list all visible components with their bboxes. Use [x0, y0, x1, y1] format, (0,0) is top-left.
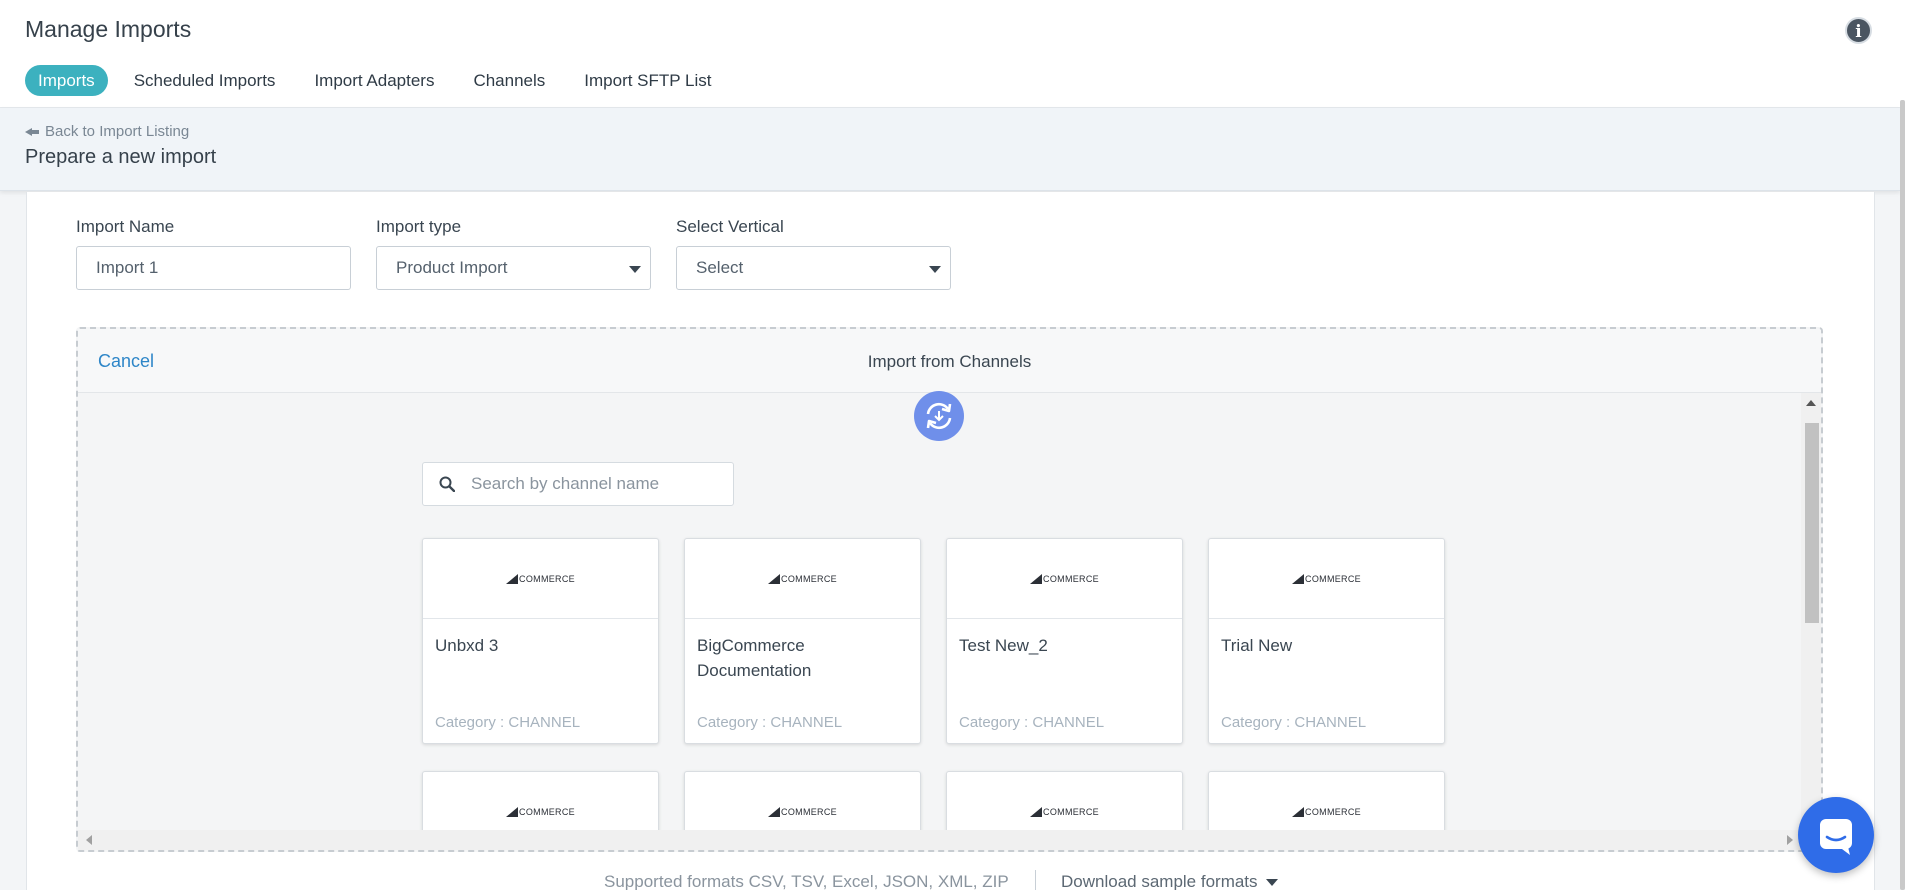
sync-button[interactable] [914, 391, 964, 441]
scroll-left-icon[interactable] [86, 835, 92, 845]
bigcommerce-logo: COMMERCE [1292, 807, 1361, 817]
caret-down-icon [1265, 878, 1278, 886]
channel-search-input[interactable] [471, 463, 721, 505]
channel-search-box [422, 462, 734, 506]
footer-row: Supported formats CSV, TSV, Excel, JSON,… [0, 870, 1905, 890]
scroll-right-icon[interactable] [1787, 835, 1793, 845]
channel-name: Unbxd 3 [435, 636, 499, 655]
scroll-up-icon[interactable] [1806, 400, 1816, 406]
channel-name: Trial New [1221, 636, 1293, 655]
import-type-label: Import type [376, 217, 462, 236]
panel-horizontal-scrollbar[interactable] [78, 830, 1821, 850]
channel-name: BigCommerce Documentation [697, 636, 812, 680]
channel-tile[interactable]: COMMERCE Test New_2 Category : CHANNEL [946, 538, 1183, 744]
tile-logo: COMMERCE [947, 539, 1182, 619]
bigcommerce-logo: COMMERCE [506, 807, 575, 817]
tab-imports[interactable]: Imports [25, 65, 108, 96]
page-scrollbar[interactable] [1900, 100, 1905, 890]
chat-icon [1820, 819, 1852, 855]
import-type-value: Product Import [396, 258, 508, 277]
search-icon [439, 476, 455, 492]
tile-logo: COMMERCE [1209, 539, 1444, 619]
back-link-label: Back to Import Listing [45, 123, 190, 140]
bigcommerce-logo-text: COMMERCE [781, 807, 837, 817]
back-to-import-listing-link[interactable]: Back to Import Listing [25, 123, 189, 140]
tab-scheduled-imports[interactable]: Scheduled Imports [121, 65, 289, 96]
download-label: Download sample formats [1061, 872, 1258, 890]
bigcommerce-logo: COMMERCE [768, 807, 837, 817]
bigcommerce-logo: COMMERCE [1030, 807, 1099, 817]
tab-import-adapters[interactable]: Import Adapters [301, 65, 447, 96]
bigcommerce-logo-text: COMMERCE [781, 573, 837, 584]
channel-tile[interactable]: COMMERCE Trial New Category : CHANNEL [1208, 538, 1445, 744]
tile-logo: COMMERCE [685, 539, 920, 619]
select-vertical-select[interactable]: Select [676, 246, 951, 290]
caret-down-icon [629, 266, 641, 273]
arrow-left-icon [25, 125, 39, 139]
page-header: Manage Imports i Imports Scheduled Impor… [0, 0, 1905, 108]
panel-title: Import from Channels [867, 352, 1032, 371]
import-name-label: Import Name [76, 217, 175, 236]
supported-formats-text: Supported formats CSV, TSV, Excel, JSON,… [604, 872, 1009, 890]
bigcommerce-logo: COMMERCE [1030, 573, 1099, 584]
chat-launcher-button[interactable] [1798, 797, 1874, 873]
sync-icon [926, 402, 952, 430]
tile-logo: COMMERCE [423, 539, 658, 619]
bigcommerce-logo: COMMERCE [1292, 573, 1361, 584]
import-type-select[interactable]: Product Import [376, 246, 651, 290]
import-from-channels-panel: Cancel Import from Channels COMMERCE Unb… [76, 327, 1823, 852]
tab-bar: Imports Scheduled Imports Import Adapter… [25, 65, 738, 96]
import-name-value: Import 1 [96, 258, 159, 277]
panel-vertical-scrollbar[interactable] [1801, 393, 1821, 820]
subheader: Back to Import Listing Prepare a new imp… [0, 108, 1900, 191]
select-vertical-value: Select [696, 258, 744, 277]
bigcommerce-logo-text: COMMERCE [1043, 573, 1099, 584]
footer-divider [1035, 870, 1036, 890]
tab-import-sftp-list[interactable]: Import SFTP List [571, 65, 724, 96]
channel-category: Category : CHANNEL [959, 714, 1105, 731]
channel-category: Category : CHANNEL [1221, 714, 1367, 731]
channel-category: Category : CHANNEL [697, 714, 843, 731]
channel-name: Test New_2 [959, 636, 1048, 655]
download-sample-formats-button[interactable]: Download sample formats [1061, 872, 1278, 890]
bigcommerce-logo-text: COMMERCE [1305, 573, 1361, 584]
select-vertical-label: Select Vertical [676, 217, 784, 236]
channel-tile[interactable]: COMMERCE Unbxd 3 Category : CHANNEL [422, 538, 659, 744]
bigcommerce-logo-text: COMMERCE [519, 573, 575, 584]
tab-channels[interactable]: Channels [460, 65, 558, 96]
import-name-input[interactable]: Import 1 [76, 246, 351, 290]
scrollbar-thumb[interactable] [1805, 423, 1819, 623]
page-title: Manage Imports [25, 16, 192, 42]
panel-header: Cancel Import from Channels [78, 329, 1821, 393]
channel-tile[interactable]: COMMERCE BigCommerce Documentation Categ… [684, 538, 921, 744]
bigcommerce-logo: COMMERCE [768, 573, 837, 584]
bigcommerce-logo-text: COMMERCE [1305, 807, 1361, 817]
info-icon[interactable]: i [1845, 17, 1872, 44]
bigcommerce-logo-text: COMMERCE [1043, 807, 1099, 817]
channel-category: Category : CHANNEL [435, 714, 581, 731]
bigcommerce-logo-text: COMMERCE [519, 807, 575, 817]
subheader-title: Prepare a new import [25, 146, 217, 168]
bigcommerce-logo: COMMERCE [506, 573, 575, 584]
caret-down-icon [929, 266, 941, 273]
